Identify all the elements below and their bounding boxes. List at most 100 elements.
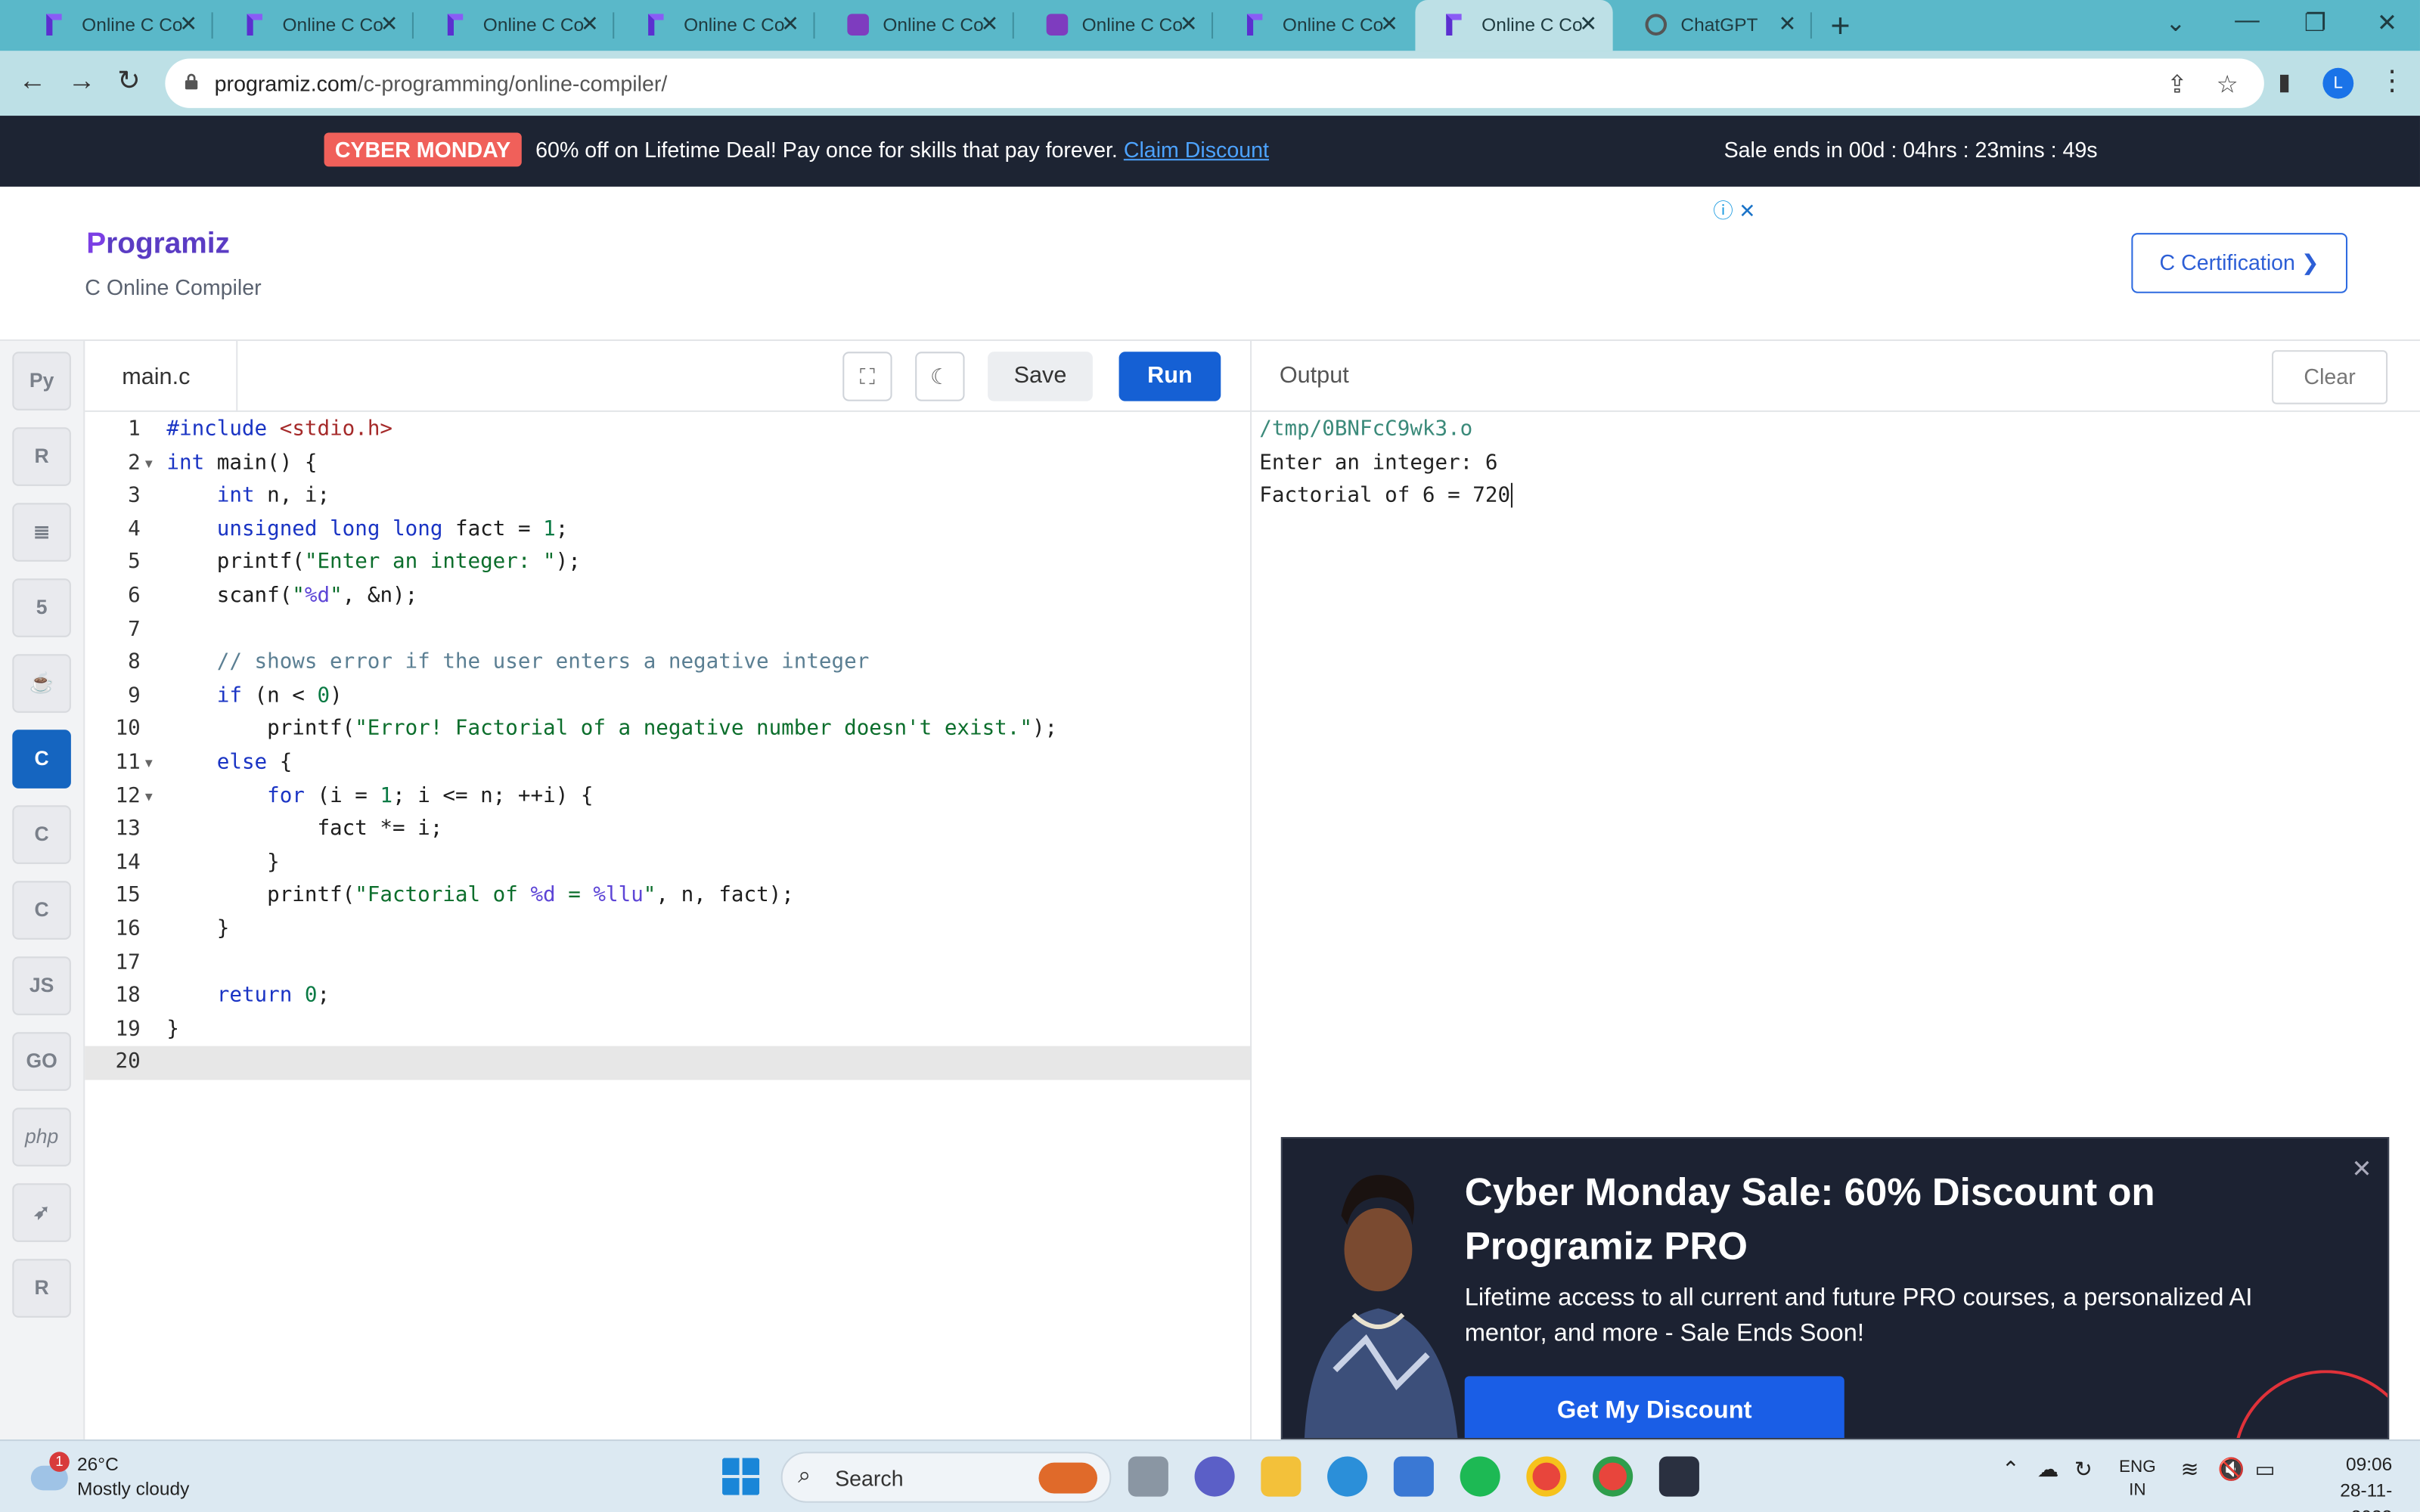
language-python-icon[interactable]: Py bbox=[12, 352, 71, 411]
popup-close-icon[interactable]: ✕ bbox=[2351, 1154, 2372, 1185]
code-editor[interactable]: 1 #include <stdio.h> 2 ▼ int main() {3 int n… bbox=[85, 414, 1252, 1439]
language-indicator[interactable]: ENG IN bbox=[2119, 1457, 2156, 1503]
forward-icon[interactable]: → bbox=[68, 65, 96, 98]
code-line[interactable]: 12 ▼ for (i = 1; i <= n; ++i) { bbox=[85, 780, 1252, 813]
store-icon[interactable] bbox=[1393, 1456, 1434, 1497]
language-csharp-icon[interactable]: C bbox=[12, 881, 71, 940]
fullscreen-icon[interactable]: ⛶ bbox=[842, 352, 892, 401]
language-js-icon[interactable]: JS bbox=[12, 956, 71, 1015]
reload-icon[interactable]: ↻ bbox=[117, 65, 141, 98]
browser-tab[interactable]: Online C Co ✕ bbox=[216, 0, 414, 51]
sync-icon[interactable]: ↻ bbox=[2074, 1457, 2093, 1483]
task-view-icon[interactable] bbox=[1128, 1456, 1168, 1497]
browser-tab[interactable]: Online C Co ✕ bbox=[617, 0, 815, 51]
spotify-icon[interactable] bbox=[1460, 1456, 1500, 1497]
browser-tab[interactable]: Online C Co ✕ bbox=[1216, 0, 1413, 51]
browser-tab[interactable]: Online C Co ✕ bbox=[1016, 0, 1214, 51]
fold-toggle-icon[interactable]: ▼ bbox=[145, 780, 153, 813]
tab-close-icon[interactable]: ✕ bbox=[1180, 11, 1198, 37]
clock[interactable]: 09:0628-11-2023 bbox=[2300, 1452, 2392, 1512]
code-line[interactable]: 3 int n, i; bbox=[85, 480, 1252, 513]
browser-tab[interactable]: Online C Co ✕ bbox=[417, 0, 615, 51]
taskbar-search[interactable]: ⌕ Search bbox=[780, 1452, 1112, 1503]
tab-close-icon[interactable]: ✕ bbox=[1380, 11, 1398, 37]
edge-icon[interactable] bbox=[1327, 1456, 1368, 1497]
teams-chat-icon[interactable] bbox=[1194, 1456, 1235, 1497]
code-line[interactable]: 1 #include <stdio.h> bbox=[85, 414, 1252, 447]
tab-close-icon[interactable]: ✕ bbox=[179, 11, 197, 37]
programiz-logo[interactable]: Programiz bbox=[86, 228, 230, 262]
language-rust-icon[interactable]: R bbox=[12, 1259, 71, 1318]
close-window-icon[interactable]: ✕ bbox=[2377, 8, 2397, 39]
profile-avatar[interactable]: L bbox=[2322, 67, 2354, 99]
wifi-icon[interactable]: ≋ bbox=[2181, 1457, 2199, 1483]
code-line[interactable]: 10 printf("Error! Factorial of a negativ… bbox=[85, 714, 1252, 747]
code-line[interactable]: 9 if (n < 0) bbox=[85, 680, 1252, 714]
get-my-discount-button[interactable]: Get My Discount bbox=[1464, 1376, 1844, 1439]
onedrive-icon[interactable]: ☁ bbox=[2037, 1457, 2059, 1483]
claim-discount-link[interactable]: Claim Discount bbox=[1124, 138, 1269, 163]
language-cpp-icon[interactable]: C bbox=[12, 805, 71, 864]
windows-start-icon[interactable] bbox=[721, 1457, 761, 1497]
menu-icon[interactable]: ⋮ bbox=[2378, 65, 2406, 98]
address-bar[interactable]: programiz.com/c-programming/online-compi… bbox=[165, 58, 2264, 108]
code-line[interactable]: 4 unsigned long long fact = 1; bbox=[85, 513, 1252, 547]
code-line[interactable]: 13 fact *= i; bbox=[85, 813, 1252, 847]
code-line[interactable]: 18 return 0; bbox=[85, 980, 1252, 1013]
browser-tab[interactable]: ChatGPT ✕ bbox=[1615, 0, 1812, 51]
speaker-muted-icon[interactable]: 🔇 bbox=[2218, 1457, 2245, 1483]
language-java-icon[interactable]: ☕ bbox=[12, 654, 71, 713]
tab-close-icon[interactable]: ✕ bbox=[581, 11, 599, 37]
tab-close-icon[interactable]: ✕ bbox=[1579, 11, 1597, 37]
restore-icon[interactable]: ❐ bbox=[2304, 8, 2326, 39]
code-line[interactable]: 11 ▼ else { bbox=[85, 747, 1252, 780]
language-r-icon[interactable]: R bbox=[12, 427, 71, 486]
browser-tab[interactable]: Online C Co ✕ bbox=[15, 0, 213, 51]
panel-divider[interactable] bbox=[1250, 341, 1252, 1440]
new-tab-button[interactable]: + bbox=[1830, 6, 1850, 46]
tab-search-icon[interactable]: ⌄ bbox=[2165, 8, 2186, 39]
clear-button[interactable]: Clear bbox=[2272, 350, 2388, 404]
file-explorer-icon[interactable] bbox=[1261, 1456, 1302, 1497]
language-sql-icon[interactable]: ≣ bbox=[12, 503, 71, 562]
side-panel-icon[interactable]: ▮ bbox=[2278, 68, 2291, 96]
share-icon[interactable]: ⇪ bbox=[2167, 70, 2187, 101]
language-html5-icon[interactable]: 5 bbox=[12, 578, 71, 637]
chrome-icon[interactable] bbox=[1526, 1456, 1567, 1497]
battery-icon[interactable]: ▭ bbox=[2255, 1457, 2276, 1483]
run-button[interactable]: Run bbox=[1118, 352, 1221, 401]
devhome-icon[interactable] bbox=[1658, 1456, 1699, 1497]
code-line[interactable]: 16 } bbox=[85, 913, 1252, 947]
language-c-icon[interactable]: C bbox=[12, 730, 71, 789]
code-line[interactable]: 17 bbox=[85, 947, 1252, 980]
code-line[interactable]: 5 printf("Enter an integer: "); bbox=[85, 547, 1252, 580]
language-php-icon[interactable]: php bbox=[12, 1108, 71, 1167]
dark-mode-icon[interactable]: ☾ bbox=[915, 352, 965, 401]
language-go-icon[interactable]: GO bbox=[12, 1032, 71, 1091]
fold-toggle-icon[interactable]: ▼ bbox=[145, 447, 153, 480]
code-line[interactable]: 7 bbox=[85, 613, 1252, 646]
browser-tab[interactable]: Online C Co ✕ bbox=[1415, 0, 1613, 51]
language-swift-icon[interactable]: ➶ bbox=[12, 1183, 71, 1242]
fold-toggle-icon[interactable]: ▼ bbox=[145, 747, 153, 780]
minimize-icon[interactable]: — bbox=[2235, 8, 2260, 36]
tab-close-icon[interactable]: ✕ bbox=[781, 11, 799, 37]
file-tab-main-c[interactable]: main.c bbox=[85, 341, 238, 412]
code-line[interactable]: 20 bbox=[85, 1046, 1252, 1080]
tab-close-icon[interactable]: ✕ bbox=[1779, 11, 1797, 37]
tab-close-icon[interactable]: ✕ bbox=[980, 11, 998, 37]
back-icon[interactable]: ← bbox=[18, 65, 46, 98]
bookmark-star-icon[interactable]: ☆ bbox=[2217, 70, 2238, 101]
output-console[interactable]: /tmp/0BNFcC9wk3.o Enter an integer: 6 Fact… bbox=[1259, 414, 1512, 513]
browser-tab[interactable]: Online C Co ✕ bbox=[817, 0, 1014, 51]
tab-close-icon[interactable]: ✕ bbox=[380, 11, 399, 37]
ad-close-icon[interactable]: ✕ bbox=[1739, 199, 1755, 222]
code-line[interactable]: 19} bbox=[85, 1013, 1252, 1046]
code-line[interactable]: 15 printf("Factorial of %d = %llu", n, f… bbox=[85, 880, 1252, 913]
save-button[interactable]: Save bbox=[988, 352, 1093, 401]
code-line[interactable]: 2 ▼ int main() { bbox=[85, 447, 1252, 480]
chrome-profile-icon[interactable] bbox=[1593, 1456, 1634, 1497]
code-line[interactable]: 6 scanf("%d", &n); bbox=[85, 580, 1252, 613]
c-certification-button[interactable]: C Certification ❯ bbox=[2131, 233, 2348, 293]
show-hidden-icons[interactable]: ⌃ bbox=[2002, 1457, 2020, 1483]
